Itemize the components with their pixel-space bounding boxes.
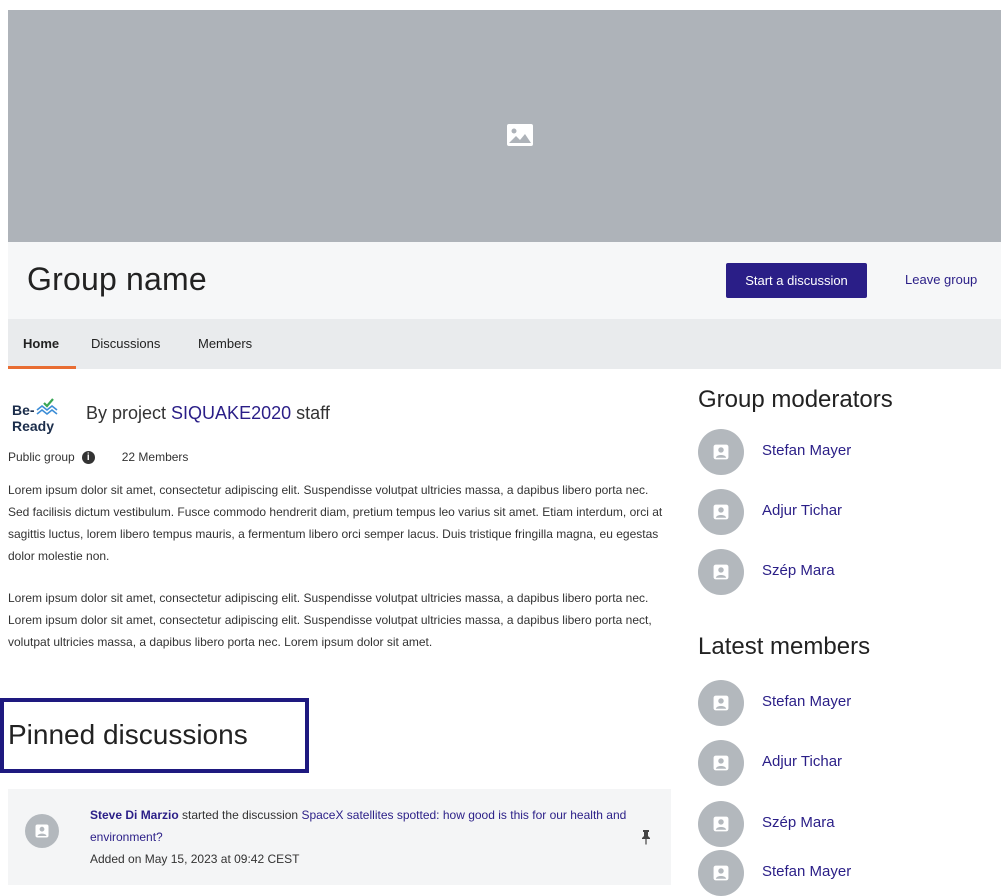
moderator-item[interactable]: Szép Mara	[698, 549, 998, 595]
moderator-name-link[interactable]: Stefan Mayer	[762, 442, 851, 459]
member-item[interactable]: Szép Mara	[698, 801, 998, 847]
tab-discussions[interactable]: Discussions	[91, 336, 160, 351]
discussion-date: Added on May 15, 2023 at 09:42 CEST	[90, 852, 300, 866]
member-name-link[interactable]: Adjur Tichar	[762, 753, 842, 770]
logo-text-bottom: Ready	[12, 418, 55, 434]
moderator-item[interactable]: Stefan Mayer	[698, 429, 998, 475]
byline-suffix: staff	[291, 403, 330, 423]
description-paragraph-2: Lorem ipsum dolor sit amet, consectetur …	[8, 591, 652, 649]
pinned-discussion-card[interactable]: Steve Di Marzio started the discussion S…	[8, 789, 671, 885]
moderators-title: Group moderators	[698, 386, 893, 413]
member-name-link[interactable]: Stefan Mayer	[762, 863, 851, 880]
pinned-discussions-title: Pinned discussions	[8, 719, 248, 750]
active-tab-indicator	[8, 366, 76, 369]
user-placeholder-icon	[713, 695, 729, 711]
avatar[interactable]	[698, 489, 744, 535]
project-byline: By project SIQUAKE2020 staff	[86, 403, 330, 424]
avatar[interactable]	[698, 680, 744, 726]
discussion-summary: Steve Di Marzio started the discussion S…	[90, 804, 630, 848]
tab-members[interactable]: Members	[198, 336, 252, 351]
user-placeholder-icon	[713, 564, 729, 580]
group-title: Group name	[27, 261, 207, 297]
info-icon[interactable]: i	[81, 450, 95, 464]
user-placeholder-icon	[713, 504, 729, 520]
group-meta: Public group i 22 Members	[8, 450, 188, 464]
project-link[interactable]: SIQUAKE2020	[171, 403, 291, 423]
leave-group-button[interactable]: Leave group	[905, 272, 977, 287]
latest-members-title: Latest members	[698, 633, 871, 660]
user-placeholder-icon	[713, 755, 729, 771]
logo-text-top: Be-	[12, 402, 35, 418]
image-placeholder-icon	[507, 124, 533, 146]
visibility-label: Public group	[8, 450, 75, 464]
tab-home[interactable]: Home	[23, 336, 59, 351]
member-item[interactable]: Stefan Mayer	[698, 850, 998, 896]
start-discussion-button[interactable]: Start a discussion	[726, 263, 867, 298]
discussion-author-link[interactable]: Steve Di Marzio	[90, 808, 179, 822]
wave-check-icon	[36, 398, 58, 416]
group-header: Group name Start a discussion Leave grou…	[8, 242, 1001, 319]
avatar[interactable]	[698, 429, 744, 475]
member-item[interactable]: Adjur Tichar	[698, 740, 998, 786]
user-placeholder-icon	[35, 824, 49, 838]
avatar[interactable]	[698, 549, 744, 595]
member-name-link[interactable]: Stefan Mayer	[762, 693, 851, 710]
group-tabs: Home Discussions Members	[8, 319, 1001, 369]
group-banner	[8, 10, 1001, 242]
avatar[interactable]	[698, 850, 744, 896]
member-count: 22 Members	[121, 450, 189, 464]
moderator-name-link[interactable]: Adjur Tichar	[762, 502, 842, 519]
project-logo: Be- Ready	[12, 398, 64, 438]
avatar[interactable]	[698, 801, 744, 847]
avatar[interactable]	[25, 814, 59, 848]
avatar[interactable]	[698, 740, 744, 786]
member-name-link[interactable]: Szép Mara	[762, 814, 835, 831]
member-item[interactable]: Stefan Mayer	[698, 680, 998, 726]
user-placeholder-icon	[713, 816, 729, 832]
moderator-item[interactable]: Adjur Tichar	[698, 489, 998, 535]
user-placeholder-icon	[713, 444, 729, 460]
pin-icon[interactable]	[641, 829, 651, 845]
moderator-name-link[interactable]: Szép Mara	[762, 562, 835, 579]
byline-prefix: By project	[86, 403, 172, 423]
discussion-action-text: started the discussion	[178, 808, 302, 822]
description-paragraph-1: Lorem ipsum dolor sit amet, consectetur …	[8, 483, 663, 563]
user-placeholder-icon	[713, 865, 729, 881]
